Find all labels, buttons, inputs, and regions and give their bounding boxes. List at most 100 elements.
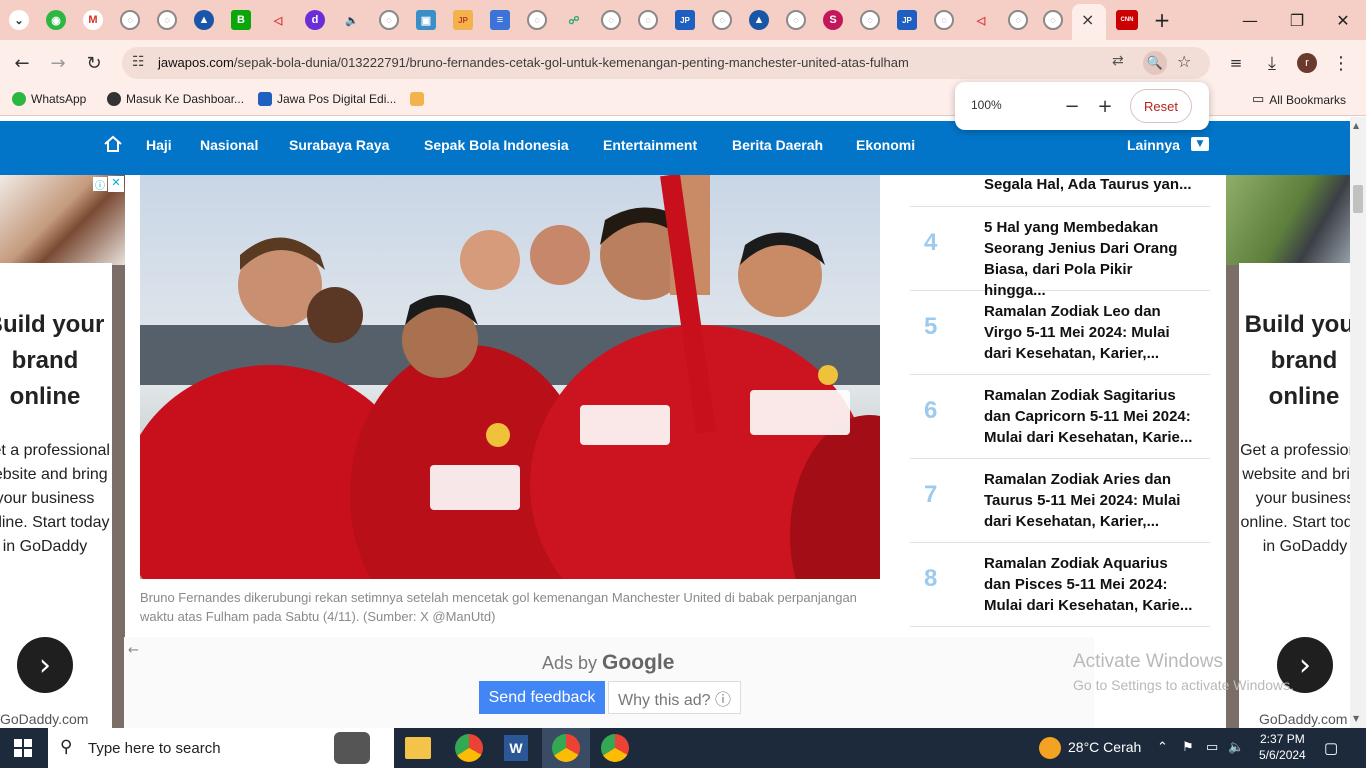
ad-headline[interactable]: Build your brand online (0, 307, 105, 415)
back-arrow-icon[interactable]: ← (128, 643, 139, 658)
home-icon[interactable] (103, 134, 123, 154)
why-this-ad-button[interactable]: Why this ad? ⓘ (608, 681, 741, 714)
file-explorer-icon[interactable] (405, 737, 431, 759)
zoom-in-icon[interactable]: + (1093, 94, 1117, 118)
zoom-icon[interactable]: 🔍 (1143, 51, 1167, 75)
tab-arrow-icon[interactable]: ◁ (268, 10, 288, 30)
media-icon[interactable]: ≡ (1221, 48, 1251, 78)
nav-sepak-bola-indonesia[interactable]: Sepak Bola Indonesia (424, 137, 569, 153)
volume-icon[interactable]: 🔈 (1228, 739, 1244, 755)
bookmark-dashboard[interactable]: Masuk Ke Dashboar... (107, 92, 244, 106)
ad-domain[interactable]: GoDaddy.com (1259, 711, 1347, 727)
bookmark-whatsapp[interactable]: WhatsApp (12, 92, 86, 106)
active-tab[interactable]: × (1072, 4, 1106, 40)
popular-item[interactable]: 8 Ramalan Zodiak Aquarius dan Pisces 5-1… (910, 543, 1210, 627)
adchoices-icon[interactable]: ⓘ (93, 177, 107, 192)
weather-text[interactable]: 28°C Cerah (1068, 739, 1141, 755)
left-ad[interactable]: ⓘ ✕ Build your brand online Get a profes… (0, 175, 125, 728)
bookmark-star-icon[interactable]: ☆ (1177, 52, 1191, 71)
tab-generic-icon[interactable]: ◌ (120, 10, 140, 30)
popular-partial-title[interactable]: Segala Hal, Ada Taurus yan... (984, 176, 1192, 193)
tab-generic-icon[interactable]: ◌ (712, 10, 732, 30)
tab-jp-icon[interactable]: JP (675, 10, 695, 30)
bookmark-jawapos-digital[interactable]: Jawa Pos Digital Edi... (258, 92, 396, 106)
tab-generic-icon[interactable]: ◌ (601, 10, 621, 30)
tab-s-icon[interactable]: S (823, 10, 843, 30)
tab-generic-icon[interactable]: ◌ (638, 10, 658, 30)
nav-berita-daerah[interactable]: Berita Daerah (732, 137, 823, 153)
right-ad[interactable]: Build your brand online Get a profession… (1226, 175, 1350, 728)
clock[interactable]: 2:37 PM 5/6/2024 (1259, 731, 1306, 763)
page-scrollbar[interactable]: ▲ ▼ (1350, 117, 1366, 728)
nav-lainnya[interactable]: Lainnya (1127, 137, 1180, 153)
tab-generic-icon[interactable]: ◌ (860, 10, 880, 30)
chrome-icon[interactable] (455, 734, 483, 762)
chrome-icon[interactable] (601, 734, 629, 762)
nav-ekonomi[interactable]: Ekonomi (856, 137, 915, 153)
ad-domain[interactable]: GoDaddy.com (0, 711, 88, 727)
scrollbar-thumb[interactable] (1353, 185, 1363, 213)
minimize-icon[interactable]: — (1236, 8, 1264, 32)
tab-generic-icon[interactable]: ◌ (786, 10, 806, 30)
tab-jawapos-icon[interactable]: ▲ (194, 10, 214, 30)
popular-title[interactable]: Ramalan Zodiak Aquarius dan Pisces 5-11 … (984, 553, 1196, 616)
tab-generic-icon[interactable]: ◌ (934, 10, 954, 30)
bookmark-jp[interactable] (410, 92, 424, 106)
tab-jp-icon[interactable]: JP (453, 10, 473, 30)
restore-icon[interactable]: ❐ (1283, 8, 1311, 32)
tab-whatsapp-icon[interactable]: ◉ (46, 10, 66, 30)
ad-next-icon[interactable]: › (17, 637, 73, 693)
tab-generic-icon[interactable]: ◌ (1008, 10, 1028, 30)
zoom-out-icon[interactable]: − (1060, 94, 1084, 118)
scroll-up-icon[interactable]: ▲ (1353, 121, 1359, 130)
tab-generic-icon[interactable]: ◌ (527, 10, 547, 30)
reload-icon[interactable]: ↻ (79, 48, 109, 78)
popular-item[interactable]: 5 Ramalan Zodiak Leo dan Virgo 5-11 Mei … (910, 291, 1210, 375)
popular-title[interactable]: Ramalan Zodiak Leo dan Virgo 5-11 Mei 20… (984, 301, 1196, 364)
tab-docs-icon[interactable]: ≡ (490, 10, 510, 30)
tab-cnn-icon[interactable]: CNN (1116, 10, 1138, 30)
tab-search-icon[interactable]: ⌄ (9, 10, 29, 30)
chevron-up-icon[interactable]: ⌃ (1157, 739, 1168, 755)
taskbar-search[interactable]: ⚲ Type here to search (48, 728, 394, 768)
download-icon[interactable]: ⤓ (1257, 48, 1287, 78)
windows-start-icon[interactable] (14, 739, 32, 757)
back-icon[interactable]: ← (7, 48, 37, 78)
nav-haji[interactable]: Haji (146, 137, 172, 153)
tab-generic-icon[interactable]: ◌ (379, 10, 399, 30)
close-window-icon[interactable]: ✕ (1329, 8, 1357, 32)
active-chrome-task[interactable] (542, 728, 590, 768)
translate-icon[interactable]: ⇄ (1112, 53, 1124, 69)
zoom-reset-button[interactable]: Reset (1130, 89, 1192, 123)
send-feedback-button[interactable]: Send feedback (479, 681, 605, 714)
camera-icon[interactable] (334, 732, 370, 764)
profile-avatar[interactable]: r (1297, 53, 1317, 73)
close-tab-icon[interactable]: × (1081, 10, 1094, 29)
popular-item[interactable]: 4 5 Hal yang Membedakan Seorang Jenius D… (910, 207, 1210, 299)
word-icon[interactable]: W (504, 735, 528, 761)
tab-gmail-icon[interactable]: M (83, 10, 103, 30)
all-bookmarks[interactable]: ▭ All Bookmarks (1252, 92, 1346, 107)
site-info-icon[interactable]: ☷ (132, 54, 145, 70)
weather-icon[interactable] (1039, 737, 1061, 759)
nav-surabaya-raya[interactable]: Surabaya Raya (289, 137, 389, 153)
tab-d-icon[interactable]: d (305, 10, 325, 30)
tab-doc-icon[interactable]: ▣ (416, 10, 436, 30)
menu-icon[interactable]: ⋮ (1326, 48, 1356, 78)
tab-b-icon[interactable]: B (231, 10, 251, 30)
tab-arrow-icon[interactable]: ◁ (971, 10, 991, 30)
address-bar[interactable]: ☷ jawapos.com/sepak-bola-dunia/013222791… (122, 47, 1210, 79)
tab-jawapos-icon[interactable]: ▲ (749, 10, 769, 30)
tab-generic-icon[interactable]: ◌ (1043, 10, 1063, 30)
network-icon[interactable]: ⚑ (1182, 739, 1194, 755)
close-ad-icon[interactable]: ✕ (108, 176, 124, 192)
ad-headline[interactable]: Build your brand online (1244, 307, 1350, 415)
nav-entertainment[interactable]: Entertainment (603, 137, 697, 153)
popular-item[interactable]: 7 Ramalan Zodiak Aries dan Taurus 5-11 M… (910, 459, 1210, 543)
tab-link-icon[interactable]: ☍ (564, 10, 584, 30)
forward-icon[interactable]: → (43, 48, 73, 78)
new-tab-button[interactable]: + (1148, 8, 1176, 32)
url-text[interactable]: jawapos.com/sepak-bola-dunia/013222791/b… (158, 55, 909, 70)
chevron-down-icon[interactable]: ▼ (1191, 137, 1209, 151)
scroll-down-icon[interactable]: ▼ (1353, 714, 1359, 723)
